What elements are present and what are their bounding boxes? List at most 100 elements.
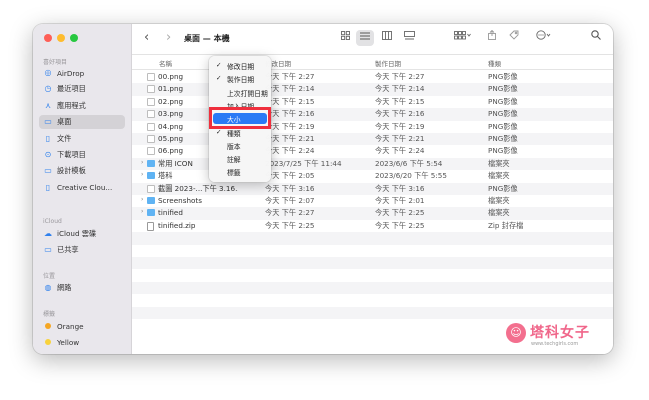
file-name: Screenshots [158,196,202,205]
file-created: 今天 下午 2:25 [375,208,425,218]
file-modified: 今天 下午 2:14 [265,84,315,94]
file-row[interactable]: 04.png 今天 下午 2:19 今天 下午 2:19 PNG影像 [132,121,613,133]
file-row[interactable]: 05.png 今天 下午 2:21 今天 下午 2:21 PNG影像 [132,133,613,146]
share-button[interactable] [483,29,501,46]
file-row[interactable]: 00.png 今天 下午 2:27 今天 下午 2:27 PNG影像 [132,71,613,83]
file-modified: 今天 下午 2:25 [265,220,315,230]
column-header-created[interactable]: 製作日期 [375,58,401,68]
list-view-button[interactable] [356,30,374,46]
list-icon [360,32,370,40]
clock-icon: ◷ [44,84,52,94]
sidebar-item[interactable]: ▯ 文件 [39,132,125,146]
menu-item[interactable]: ✓ 製作日期 [213,73,267,84]
empty-row [132,306,613,319]
image-file-icon [147,135,155,143]
tag-color-dot-icon [45,323,51,329]
file-modified: 今天 下午 3:16 [265,183,315,193]
sidebar-item[interactable]: ◎ AirDrop [39,66,125,80]
sidebar-item[interactable]: ◷ 最近項目 [39,82,125,96]
sidebar-item[interactable]: ⊙ 下載項目 [39,148,125,162]
document-icon: ▯ [45,133,51,143]
menu-item-label: 種類 [227,129,241,138]
column-view-button[interactable] [378,30,396,46]
search-button[interactable] [587,30,605,46]
grid-icon [340,31,350,40]
sidebar-item-label: 最近項目 [57,84,86,94]
sidebar-item[interactable]: ▭ 已共享 [39,243,125,257]
folder-icon [147,159,155,167]
disclosure-chevron-icon[interactable]: › [141,208,143,215]
image-file-icon [147,122,155,131]
file-name: 截圖 2023-...下午 3.16.54 [158,183,238,193]
cloud-icon: ☁ [44,229,52,238]
sidebar-item-label: 文件 [57,133,72,143]
sidebar-tag-item[interactable]: Yellow [39,335,125,349]
file-row[interactable]: › 塔科 今天 下午 2:05 2023/6/20 下午 5:55 檔案夾 [132,170,613,182]
file-created: 今天 下午 3:16 [375,183,425,193]
file-name: tinified.zip [158,220,196,230]
file-name: tinified [158,208,183,218]
group-button[interactable] [450,30,476,46]
file-row[interactable]: 06.png 今天 下午 2:24 今天 下午 2:24 PNG影像 [132,145,613,157]
file-created: 今天 下午 2:16 [375,109,425,119]
back-button[interactable]: ‹ [144,30,149,45]
file-row[interactable]: 01.png 今天 下午 2:14 今天 下午 2:14 PNG影像 [132,83,613,96]
file-kind: PNG影像 [488,96,518,106]
menu-item[interactable]: 上次打開日期 [213,87,268,98]
close-window-button[interactable] [44,34,52,42]
file-row[interactable]: 03.png 今天 下午 2:16 今天 下午 2:16 PNG影像 [132,108,613,121]
file-created: 今天 下午 2:19 [375,121,425,131]
file-row[interactable]: tinified.zip 今天 下午 2:25 今天 下午 2:25 Zip 封存檔 [132,220,613,232]
zoom-window-button[interactable] [70,34,78,42]
share-icon [488,29,496,40]
minimize-window-button[interactable] [57,34,65,42]
file-created: 今天 下午 2:24 [375,146,425,156]
icon-view-button[interactable] [336,30,354,46]
forward-button[interactable]: › [166,30,171,45]
sidebar-item[interactable]: ▯ Creative Clou... [39,181,125,195]
file-row[interactable]: › Screenshots 今天 下午 2:07 今天 下午 2:01 檔案夾 [132,195,613,207]
file-modified: 今天 下午 2:19 [265,121,315,131]
header-divider [132,69,613,70]
file-row[interactable]: › 常用 ICON 2023/7/25 下午 11:44 2023/6/6 下午 5:… [132,157,613,171]
file-kind: PNG影像 [488,183,518,193]
sidebar-item-label: Creative Clou... [57,183,113,193]
column-header-kind[interactable]: 種類 [488,58,501,68]
sidebar-item[interactable]: ◍ 網路 [39,281,125,295]
more-actions-button[interactable] [532,30,556,46]
disclosure-chevron-icon[interactable]: › [141,196,143,203]
tag-button[interactable] [505,30,523,46]
disclosure-chevron-icon[interactable]: › [141,159,143,166]
download-icon: ⊙ [44,150,52,159]
menu-item-label: 上次打開日期 [227,89,268,98]
disclosure-chevron-icon[interactable]: › [141,171,143,178]
sidebar-section-favorites: 喜好項目 [43,59,68,66]
empty-row [132,269,613,281]
checkmark-icon: ✓ [216,74,222,83]
sidebar-item[interactable]: ▭ 桌面 [39,115,125,130]
file-kind: 檔案夾 [488,208,510,218]
file-kind: PNG影像 [488,146,518,156]
file-row[interactable]: 截圖 2023-...下午 3.16.54 今天 下午 3:16 今天 下午 3:1… [132,182,613,195]
highlight-annotation-box [209,107,271,129]
watermark-url: www.techgirls.com [531,341,579,347]
sidebar-item[interactable]: ⋏ 應用程式 [39,99,125,113]
menu-item[interactable]: 標籤 [213,166,267,177]
sidebar-item[interactable]: ☁ iCloud 雲碟 [39,227,125,241]
folder-icon: ▭ [44,166,52,176]
file-modified: 今天 下午 2:27 [265,208,315,218]
sidebar-item[interactable]: ▭ 設計模板 [39,164,125,178]
menu-item[interactable]: 版本 [213,140,267,151]
file-row[interactable]: › tinified 今天 下午 2:27 今天 下午 2:25 檔案夾 [132,207,613,220]
column-header-name[interactable]: 名稱 [159,58,172,68]
menu-item[interactable]: ✓ 修改日期 [213,60,267,71]
menu-item[interactable]: 註解 [213,153,267,164]
watermark-text: 塔科女子 [530,325,590,341]
toolbar: ‹ › 桌面 — 本機 [132,24,613,55]
file-created: 今天 下午 2:15 [375,96,425,106]
file-row[interactable]: 02.png 今天 下午 2:15 今天 下午 2:15 PNG影像 [132,96,613,108]
sidebar-tag-item[interactable]: Orange [39,319,125,333]
gallery-view-button[interactable] [400,30,418,46]
apps-icon: ⋏ [45,100,51,110]
empty-row [132,232,613,245]
